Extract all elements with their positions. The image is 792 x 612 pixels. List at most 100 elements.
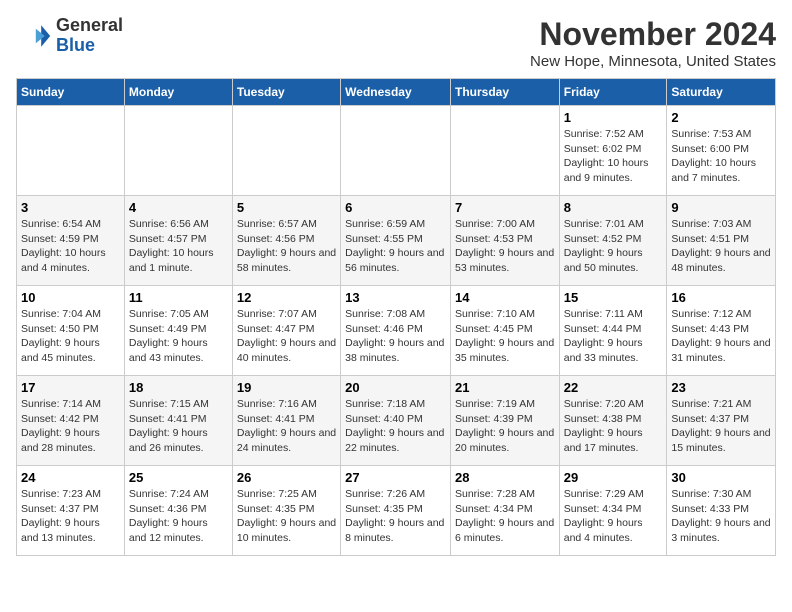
logo: General Blue [16, 16, 123, 56]
day-info: Sunrise: 7:20 AM Sunset: 4:38 PM Dayligh… [564, 397, 663, 456]
calendar-cell: 1 Sunrise: 7:52 AM Sunset: 6:02 PM Daylig… [559, 106, 667, 196]
calendar-header: SundayMondayTuesdayWednesdayThursdayFrid… [17, 79, 776, 106]
calendar-cell: 25Sunrise: 7:24 AM Sunset: 4:36 PM Dayli… [124, 466, 232, 556]
day-info: Sunrise: 6:54 AM Sunset: 4:59 PM Dayligh… [21, 217, 120, 276]
calendar-cell: 20 Sunrise: 7:18 AM Sunset: 4:40 PM Dayli… [341, 376, 451, 466]
day-info: Sunrise: 7:11 AM Sunset: 4:44 PM Dayligh… [564, 307, 663, 366]
calendar-cell: 7 Sunrise: 7:00 AM Sunset: 4:53 PM Daylig… [450, 196, 559, 286]
day-number: 28 [455, 470, 555, 485]
day-info: Sunrise: 7:52 AM Sunset: 6:02 PM Dayligh… [564, 127, 663, 186]
day-number: 30 [671, 470, 771, 485]
calendar-cell: 27 Sunrise: 7:26 AM Sunset: 4:35 PM Dayli… [341, 466, 451, 556]
day-number: 29 [564, 470, 663, 485]
day-info: Sunrise: 7:29 AM Sunset: 4:34 PM Dayligh… [564, 487, 663, 546]
day-info: Sunrise: 7:05 AM Sunset: 4:49 PM Dayligh… [129, 307, 228, 366]
calendar-cell: 18Sunrise: 7:15 AM Sunset: 4:41 PM Dayli… [124, 376, 232, 466]
day-of-week-header: Thursday [450, 79, 559, 106]
day-info: Sunrise: 7:19 AM Sunset: 4:39 PM Dayligh… [455, 397, 555, 456]
day-info: Sunrise: 7:03 AM Sunset: 4:51 PM Dayligh… [671, 217, 771, 276]
day-info: Sunrise: 7:21 AM Sunset: 4:37 PM Dayligh… [671, 397, 771, 456]
day-info: Sunrise: 7:08 AM Sunset: 4:46 PM Dayligh… [345, 307, 446, 366]
calendar-cell: 17 Sunrise: 7:14 AM Sunset: 4:42 PM Dayli… [17, 376, 125, 466]
calendar-cell: 30Sunrise: 7:30 AM Sunset: 4:33 PM Dayli… [667, 466, 776, 556]
day-info: Sunrise: 7:26 AM Sunset: 4:35 PM Dayligh… [345, 487, 446, 546]
calendar-cell [232, 106, 340, 196]
day-info: Sunrise: 7:25 AM Sunset: 4:35 PM Dayligh… [237, 487, 336, 546]
calendar-cell: 15 Sunrise: 7:11 AM Sunset: 4:44 PM Dayli… [559, 286, 667, 376]
day-number: 15 [564, 290, 663, 305]
logo-text: General Blue [56, 16, 123, 56]
day-info: Sunrise: 7:53 AM Sunset: 6:00 PM Dayligh… [671, 127, 771, 186]
day-number: 1 [564, 110, 663, 125]
calendar-cell [341, 106, 451, 196]
day-number: 18 [129, 380, 228, 395]
title-block: November 2024 New Hope, Minnesota, Unite… [530, 16, 776, 70]
day-of-week-header: Monday [124, 79, 232, 106]
day-number: 5 [237, 200, 336, 215]
logo-icon [16, 18, 52, 54]
calendar-cell [450, 106, 559, 196]
day-info: Sunrise: 7:14 AM Sunset: 4:42 PM Dayligh… [21, 397, 120, 456]
calendar-cell: 26 Sunrise: 7:25 AM Sunset: 4:35 PM Dayli… [232, 466, 340, 556]
day-info: Sunrise: 7:16 AM Sunset: 4:41 PM Dayligh… [237, 397, 336, 456]
day-number: 7 [455, 200, 555, 215]
day-number: 3 [21, 200, 120, 215]
day-number: 4 [129, 200, 228, 215]
day-number: 12 [237, 290, 336, 305]
calendar-cell [124, 106, 232, 196]
calendar-cell: 22 Sunrise: 7:20 AM Sunset: 4:38 PM Dayli… [559, 376, 667, 466]
calendar-cell: 12 Sunrise: 7:07 AM Sunset: 4:47 PM Dayli… [232, 286, 340, 376]
calendar-cell: 9 Sunrise: 7:03 AM Sunset: 4:51 PM Daylig… [667, 196, 776, 286]
day-info: Sunrise: 6:56 AM Sunset: 4:57 PM Dayligh… [129, 217, 228, 276]
calendar-cell [17, 106, 125, 196]
day-number: 21 [455, 380, 555, 395]
calendar-cell: 11 Sunrise: 7:05 AM Sunset: 4:49 PM Dayli… [124, 286, 232, 376]
day-of-week-header: Sunday [17, 79, 125, 106]
day-number: 26 [237, 470, 336, 485]
day-number: 27 [345, 470, 446, 485]
calendar-cell: 5 Sunrise: 6:57 AM Sunset: 4:56 PM Daylig… [232, 196, 340, 286]
calendar-cell: 16 Sunrise: 7:12 AM Sunset: 4:43 PM Dayli… [667, 286, 776, 376]
day-number: 20 [345, 380, 446, 395]
day-number: 16 [671, 290, 771, 305]
day-number: 9 [671, 200, 771, 215]
day-number: 10 [21, 290, 120, 305]
calendar-week-row: 1 Sunrise: 7:52 AM Sunset: 6:02 PM Daylig… [17, 106, 776, 196]
day-number: 17 [21, 380, 120, 395]
day-number: 6 [345, 200, 446, 215]
calendar-week-row: 17 Sunrise: 7:14 AM Sunset: 4:42 PM Dayli… [17, 376, 776, 466]
calendar-cell: 28 Sunrise: 7:28 AM Sunset: 4:34 PM Dayli… [450, 466, 559, 556]
day-info: Sunrise: 7:10 AM Sunset: 4:45 PM Dayligh… [455, 307, 555, 366]
day-number: 11 [129, 290, 228, 305]
calendar-cell: 2Sunrise: 7:53 AM Sunset: 6:00 PM Daylig… [667, 106, 776, 196]
day-info: Sunrise: 7:23 AM Sunset: 4:37 PM Dayligh… [21, 487, 120, 546]
day-number: 13 [345, 290, 446, 305]
calendar-cell: 6Sunrise: 6:59 AM Sunset: 4:55 PM Daylig… [341, 196, 451, 286]
day-of-week-header: Friday [559, 79, 667, 106]
calendar-cell: 3 Sunrise: 6:54 AM Sunset: 4:59 PM Daylig… [17, 196, 125, 286]
day-of-week-header: Saturday [667, 79, 776, 106]
day-number: 23 [671, 380, 771, 395]
day-info: Sunrise: 7:12 AM Sunset: 4:43 PM Dayligh… [671, 307, 771, 366]
day-info: Sunrise: 7:04 AM Sunset: 4:50 PM Dayligh… [21, 307, 120, 366]
calendar-cell: 14Sunrise: 7:10 AM Sunset: 4:45 PM Dayli… [450, 286, 559, 376]
calendar-cell: 23 Sunrise: 7:21 AM Sunset: 4:37 PM Dayli… [667, 376, 776, 466]
day-of-week-header: Wednesday [341, 79, 451, 106]
month-year-title: November 2024 [530, 16, 776, 53]
day-info: Sunrise: 7:00 AM Sunset: 4:53 PM Dayligh… [455, 217, 555, 276]
day-info: Sunrise: 6:57 AM Sunset: 4:56 PM Dayligh… [237, 217, 336, 276]
day-info: Sunrise: 7:07 AM Sunset: 4:47 PM Dayligh… [237, 307, 336, 366]
calendar-cell: 21 Sunrise: 7:19 AM Sunset: 4:39 PM Dayli… [450, 376, 559, 466]
day-info: Sunrise: 7:18 AM Sunset: 4:40 PM Dayligh… [345, 397, 446, 456]
calendar-cell: 29 Sunrise: 7:29 AM Sunset: 4:34 PM Dayli… [559, 466, 667, 556]
calendar-cell: 19 Sunrise: 7:16 AM Sunset: 4:41 PM Dayli… [232, 376, 340, 466]
day-info: Sunrise: 7:28 AM Sunset: 4:34 PM Dayligh… [455, 487, 555, 546]
day-number: 8 [564, 200, 663, 215]
day-number: 19 [237, 380, 336, 395]
day-number: 22 [564, 380, 663, 395]
calendar-cell: 13 Sunrise: 7:08 AM Sunset: 4:46 PM Dayli… [341, 286, 451, 376]
day-info: Sunrise: 7:01 AM Sunset: 4:52 PM Dayligh… [564, 217, 663, 276]
page-header: General Blue November 2024 New Hope, Min… [16, 16, 776, 70]
day-number: 25 [129, 470, 228, 485]
calendar-table: SundayMondayTuesdayWednesdayThursdayFrid… [16, 78, 776, 556]
